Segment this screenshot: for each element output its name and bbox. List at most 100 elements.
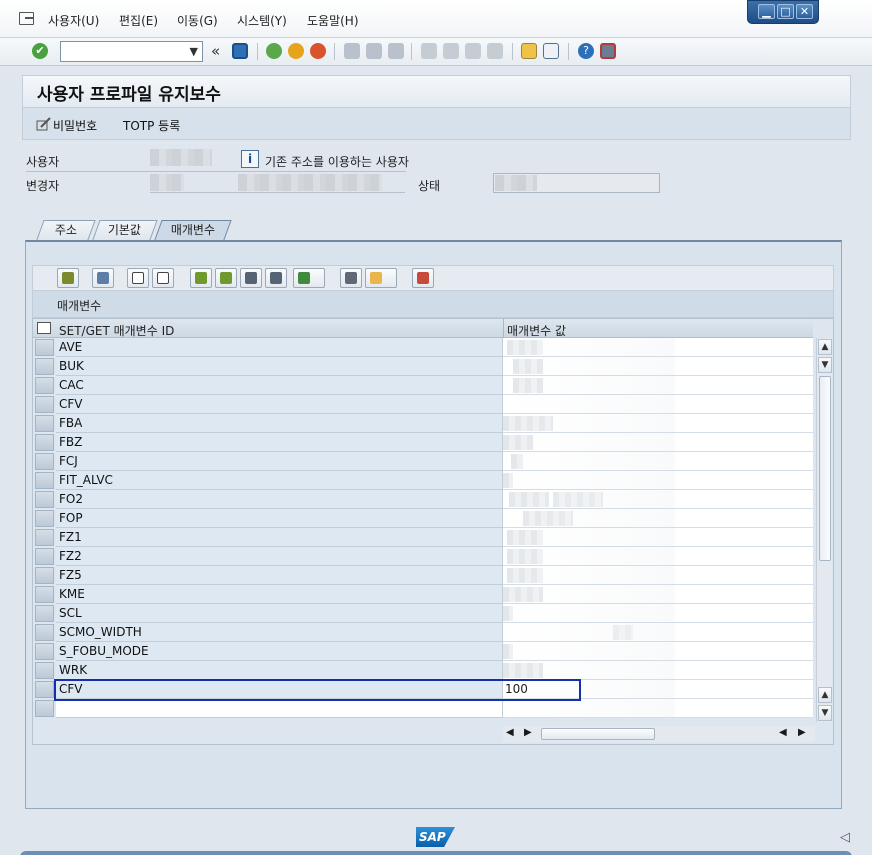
parameter-value-cell[interactable] (503, 376, 813, 395)
parameter-id-cell[interactable]: SCL (56, 604, 503, 623)
info-icon[interactable]: i (241, 150, 259, 168)
pencil-icon[interactable] (36, 117, 52, 131)
parameter-value-cell[interactable] (503, 433, 813, 452)
customize-layout-icon[interactable] (600, 43, 616, 59)
row-selector[interactable] (35, 339, 54, 356)
chevron-down-icon[interactable]: ▼ (190, 45, 198, 58)
column-header-parameter-value[interactable]: 매개변수 값 (507, 322, 566, 339)
parameter-id-cell[interactable]: FZ2 (56, 547, 503, 566)
parameter-value-cell[interactable] (503, 623, 813, 642)
password-button[interactable]: 비밀번호 (53, 117, 97, 134)
row-selector[interactable] (35, 453, 54, 470)
scroll-up-icon[interactable]: ▲ (818, 339, 832, 355)
row-selector[interactable] (35, 510, 54, 527)
cancel-icon[interactable] (310, 43, 326, 59)
layout-icon[interactable] (365, 268, 397, 288)
close-icon[interactable]: ✕ (796, 4, 813, 19)
new-session-icon[interactable] (521, 43, 537, 59)
shortcut-icon[interactable] (543, 43, 559, 59)
totp-button[interactable]: TOTP 등록 (123, 117, 180, 134)
parameter-id-cell[interactable]: FIT_ALVC (56, 471, 503, 490)
exit-icon[interactable] (288, 43, 304, 59)
tab-defaults[interactable]: 기본값 (92, 220, 158, 240)
row-selector[interactable] (35, 662, 54, 679)
row-selector[interactable] (35, 529, 54, 546)
row-selector[interactable] (35, 491, 54, 508)
row-selector[interactable] (35, 624, 54, 641)
row-selector[interactable] (35, 415, 54, 432)
parameter-value-cell[interactable] (503, 661, 813, 680)
minimize-icon[interactable]: ▁ (758, 4, 775, 19)
help-icon[interactable]: ? (578, 43, 594, 59)
row-selector[interactable] (35, 377, 54, 394)
parameter-id-cell[interactable]: FCJ (56, 452, 503, 471)
row-selector[interactable] (35, 567, 54, 584)
parameter-value-cell[interactable] (503, 547, 813, 566)
parameter-value-cell[interactable] (503, 471, 813, 490)
row-selector[interactable] (35, 396, 54, 413)
parameter-value-cell[interactable] (503, 699, 813, 718)
sort-ascending-icon[interactable] (190, 268, 212, 288)
print-icon[interactable] (340, 268, 362, 288)
find-next-icon[interactable] (265, 268, 287, 288)
sort-descending-icon[interactable] (215, 268, 237, 288)
parameter-id-cell[interactable]: WRK (56, 661, 503, 680)
horizontal-scroll-thumb[interactable] (541, 728, 655, 740)
parameter-id-cell[interactable]: FOP (56, 509, 503, 528)
tab-address[interactable]: 주소 (36, 220, 96, 240)
parameter-id-cell[interactable]: CAC (56, 376, 503, 395)
menu-help[interactable]: 도움말(H) (307, 12, 359, 29)
find-icon[interactable] (240, 268, 262, 288)
paste-icon[interactable] (152, 268, 174, 288)
parameter-id-cell[interactable]: CFV (56, 395, 503, 414)
parameter-id-cell[interactable]: S_FOBU_MODE (56, 642, 503, 661)
parameter-id-cell[interactable]: FZ5 (56, 566, 503, 585)
user-field[interactable] (150, 149, 212, 166)
collapse-arrows-icon[interactable]: « (211, 42, 220, 60)
collapse-statusbar-icon[interactable]: ◁ (840, 830, 850, 845)
scroll-page-up-icon[interactable]: ▲ (818, 687, 832, 703)
menu-goto[interactable]: 이동(G) (177, 12, 218, 29)
parameter-value-cell[interactable] (503, 452, 813, 471)
scroll-down-icon[interactable]: ▼ (818, 357, 832, 373)
parameter-value-cell[interactable] (503, 566, 813, 585)
parameter-value-cell[interactable] (503, 395, 813, 414)
menu-edit[interactable]: 편집(E) (119, 12, 158, 29)
vertical-scrollbar[interactable]: ▲ ▼ ▲ ▼ (816, 338, 832, 722)
row-selector[interactable] (35, 434, 54, 451)
scroll-right-end-icon[interactable]: ▶ (798, 727, 806, 738)
parameter-value-cell[interactable] (503, 357, 813, 376)
delete-row-icon[interactable] (412, 268, 434, 288)
parameter-id-cell[interactable]: FBA (56, 414, 503, 433)
row-selector[interactable] (35, 605, 54, 622)
exit-icon[interactable] (19, 12, 34, 25)
enter-check-icon[interactable]: ✔ (32, 43, 48, 59)
scroll-page-down-icon[interactable]: ▼ (818, 705, 832, 721)
parameter-id-cell[interactable]: AVE (56, 338, 503, 357)
parameter-id-cell[interactable]: KME (56, 585, 503, 604)
save-icon[interactable] (232, 43, 248, 59)
scroll-right-icon[interactable]: ▶ (524, 727, 532, 738)
row-selector[interactable] (35, 358, 54, 375)
command-field[interactable]: ▼ (60, 41, 203, 62)
row-selector[interactable] (35, 700, 54, 717)
row-selector[interactable] (35, 472, 54, 489)
select-all-icon[interactable] (37, 322, 51, 334)
column-header-parameter-id[interactable]: SET/GET 매개변수 ID (59, 322, 174, 339)
filter-icon[interactable] (293, 268, 325, 288)
row-selector[interactable] (35, 643, 54, 660)
parameter-value-cell[interactable] (503, 414, 813, 433)
parameter-id-cell[interactable] (56, 699, 503, 718)
maximize-icon[interactable]: □ (777, 4, 794, 19)
parameter-value-cell[interactable] (503, 585, 813, 604)
details-icon[interactable] (57, 268, 79, 288)
vertical-scroll-thumb[interactable] (819, 376, 831, 561)
parameter-value-cell[interactable] (503, 528, 813, 547)
scroll-left-end-icon[interactable]: ◀ (779, 727, 787, 738)
parameter-value-cell[interactable] (503, 604, 813, 623)
parameter-value-cell[interactable] (503, 642, 813, 661)
copy-icon[interactable] (127, 268, 149, 288)
back-icon[interactable] (266, 43, 282, 59)
horizontal-scrollbar[interactable]: ◀ ▶ ◀ ▶ (503, 726, 815, 742)
parameter-id-cell[interactable]: FZ1 (56, 528, 503, 547)
